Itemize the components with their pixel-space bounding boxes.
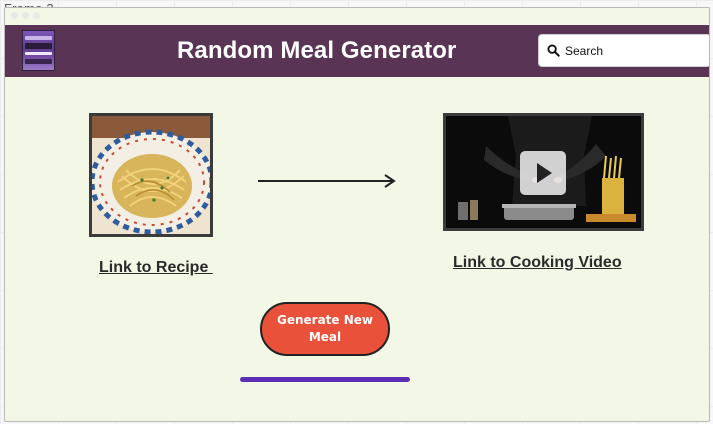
search-icon: [547, 44, 560, 57]
play-icon[interactable]: [520, 151, 566, 195]
cooking-video-link[interactable]: Link to Cooking Video: [453, 254, 622, 272]
window-dot: [22, 12, 29, 19]
generate-new-meal-button[interactable]: Generate New Meal: [260, 302, 390, 356]
window-dot: [11, 12, 18, 19]
window-controls: [11, 12, 40, 19]
logo-detail: [25, 59, 52, 64]
logo-detail: [25, 52, 52, 55]
window-dot: [33, 12, 40, 19]
search-input[interactable]: [565, 35, 705, 66]
recipe-image[interactable]: [89, 113, 213, 237]
page-title: Random Meal Generator: [177, 37, 457, 64]
accent-bar: [240, 377, 410, 382]
arrow-right-icon: [258, 174, 396, 188]
logo-detail: [25, 43, 52, 49]
search-box[interactable]: [538, 34, 709, 67]
recipe-link[interactable]: Link to Recipe: [99, 259, 213, 277]
app-frame: Random Meal Generator Search Link to Rec…: [4, 7, 710, 422]
video-thumbnail[interactable]: [443, 113, 644, 231]
logo-detail: [25, 36, 52, 40]
app-header: Random Meal Generator: [5, 25, 709, 77]
meal-logo-icon[interactable]: [22, 30, 55, 71]
spaghetti-photo: [92, 116, 210, 234]
